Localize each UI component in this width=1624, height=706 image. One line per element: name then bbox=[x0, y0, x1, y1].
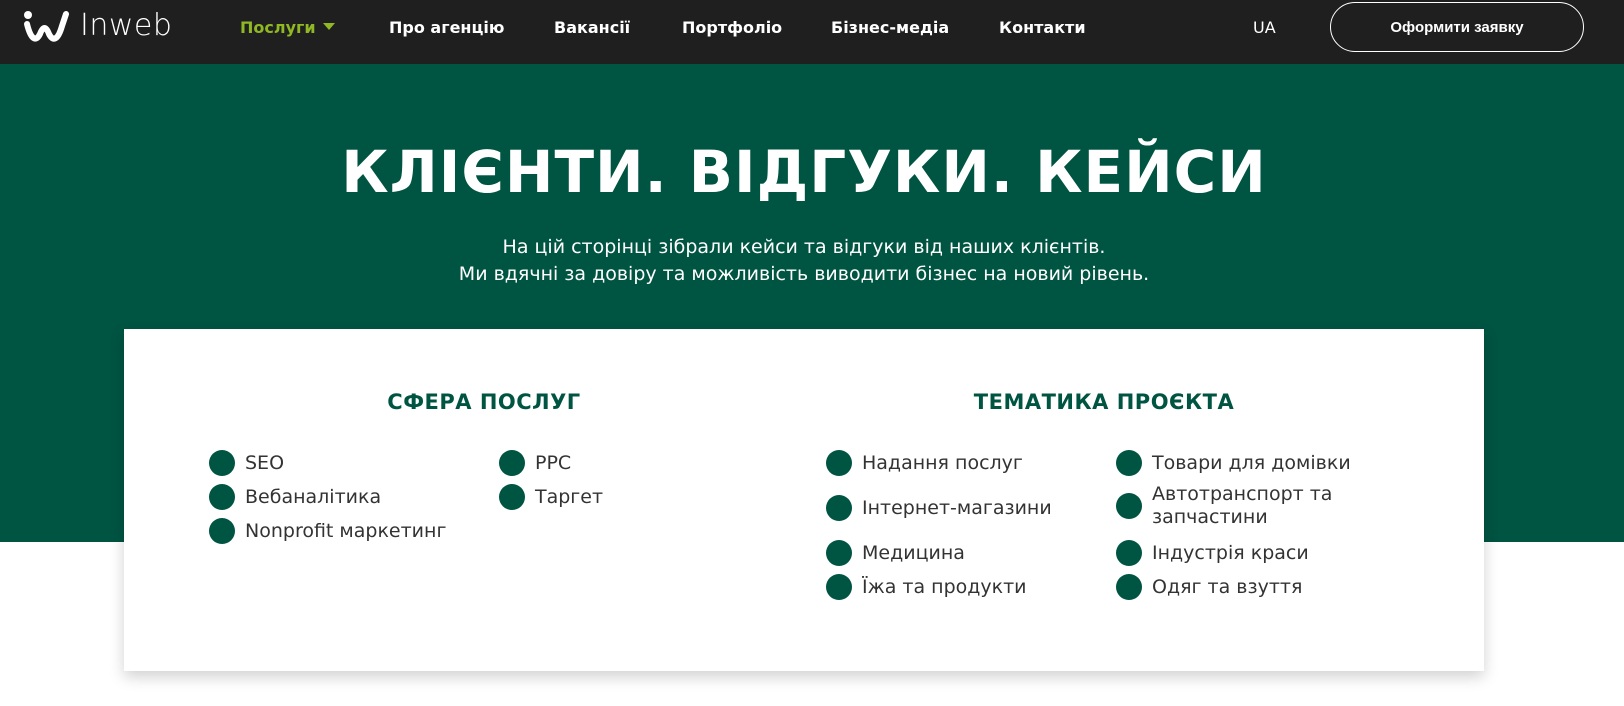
filter-option-label: Одяг та взуття bbox=[1152, 575, 1303, 598]
radio-dot-icon bbox=[499, 484, 525, 510]
filter-option-label: SEO bbox=[245, 451, 285, 474]
filter-option-services-topic[interactable]: Надання послуг bbox=[826, 450, 1023, 476]
nav-services-label: Послуги bbox=[240, 18, 316, 37]
radio-dot-icon bbox=[826, 450, 852, 476]
filter-option-auto[interactable]: Автотранспорт та запчастини bbox=[1116, 483, 1356, 529]
radio-dot-icon bbox=[209, 484, 235, 510]
filter-option-target[interactable]: Таргет bbox=[499, 484, 603, 510]
page-subtitle: На цій сторінці зібрали кейси та відгуки… bbox=[0, 234, 1608, 288]
filter-option-label: PPC bbox=[535, 451, 572, 474]
filter-option-label: Nonprofit маркетинг bbox=[245, 519, 447, 542]
nav-portfolio[interactable]: Портфоліо bbox=[682, 18, 782, 38]
filter-option-nonprofit[interactable]: Nonprofit маркетинг bbox=[209, 518, 446, 544]
filter-option-home-goods[interactable]: Товари для домівки bbox=[1116, 450, 1351, 476]
filter-option-label: Автотранспорт та запчастини bbox=[1152, 483, 1333, 528]
subtitle-line-1: На цій сторінці зібрали кейси та відгуки… bbox=[502, 236, 1106, 258]
radio-dot-icon bbox=[209, 450, 235, 476]
filter-option-seo[interactable]: SEO bbox=[209, 450, 284, 476]
site-header: Inweb Послуги Про агенцію Вакансії Портф… bbox=[0, 0, 1624, 64]
filter-option-label: Медицина bbox=[862, 541, 965, 564]
chevron-down-icon bbox=[322, 23, 335, 30]
language-switcher[interactable]: UA bbox=[1253, 18, 1276, 38]
filter-option-food[interactable]: Їжа та продукти bbox=[826, 574, 1027, 600]
filter-option-web-analytics[interactable]: Вебаналітика bbox=[209, 484, 381, 510]
filter-option-label: Товари для домівки bbox=[1152, 451, 1351, 474]
filter-option-ppc[interactable]: PPC bbox=[499, 450, 571, 476]
filter-option-label: Таргет bbox=[535, 485, 604, 508]
radio-dot-icon bbox=[826, 495, 852, 521]
radio-dot-icon bbox=[209, 518, 235, 544]
filter-option-online-stores[interactable]: Інтернет-магазини bbox=[826, 495, 1052, 521]
nav-business-media[interactable]: Бізнес-медіа bbox=[831, 18, 949, 38]
filter-option-clothes[interactable]: Одяг та взуття bbox=[1116, 574, 1302, 600]
nav-contacts[interactable]: Контакти bbox=[999, 18, 1086, 38]
nav-vacancies[interactable]: Вакансії bbox=[554, 18, 630, 38]
radio-dot-icon bbox=[1116, 574, 1142, 600]
topics-filter-title: ТЕМАТИКА ПРОЄКТА bbox=[973, 390, 1235, 414]
nav-about[interactable]: Про агенцію bbox=[389, 18, 504, 38]
page-title: КЛІЄНТИ. ВІДГУКИ. КЕЙСИ bbox=[341, 138, 1267, 206]
radio-dot-icon bbox=[826, 574, 852, 600]
services-filter-title: СФЕРА ПОСЛУГ bbox=[387, 390, 581, 414]
filter-option-label: Індустрія краси bbox=[1152, 541, 1309, 564]
radio-dot-icon bbox=[1116, 493, 1142, 519]
radio-dot-icon bbox=[499, 450, 525, 476]
filter-option-label: Вебаналітика bbox=[245, 485, 382, 508]
filter-card: СФЕРА ПОСЛУГ SEO Вебаналітика Nonprofit … bbox=[124, 329, 1484, 671]
filter-option-label: Їжа та продукти bbox=[862, 575, 1027, 598]
filter-option-medicine[interactable]: Медицина bbox=[826, 540, 965, 566]
radio-dot-icon bbox=[826, 540, 852, 566]
filter-option-label: Надання послуг bbox=[862, 451, 1023, 474]
filter-option-label: Інтернет-магазини bbox=[862, 496, 1052, 519]
radio-dot-icon bbox=[1116, 450, 1142, 476]
nav-services[interactable]: Послуги bbox=[240, 18, 335, 38]
filter-option-beauty[interactable]: Індустрія краси bbox=[1116, 540, 1309, 566]
radio-dot-icon bbox=[1116, 540, 1142, 566]
order-request-button[interactable]: Оформити заявку bbox=[1330, 2, 1584, 52]
subtitle-line-2: Ми вдячні за довіру та можливість виводи… bbox=[458, 263, 1150, 285]
